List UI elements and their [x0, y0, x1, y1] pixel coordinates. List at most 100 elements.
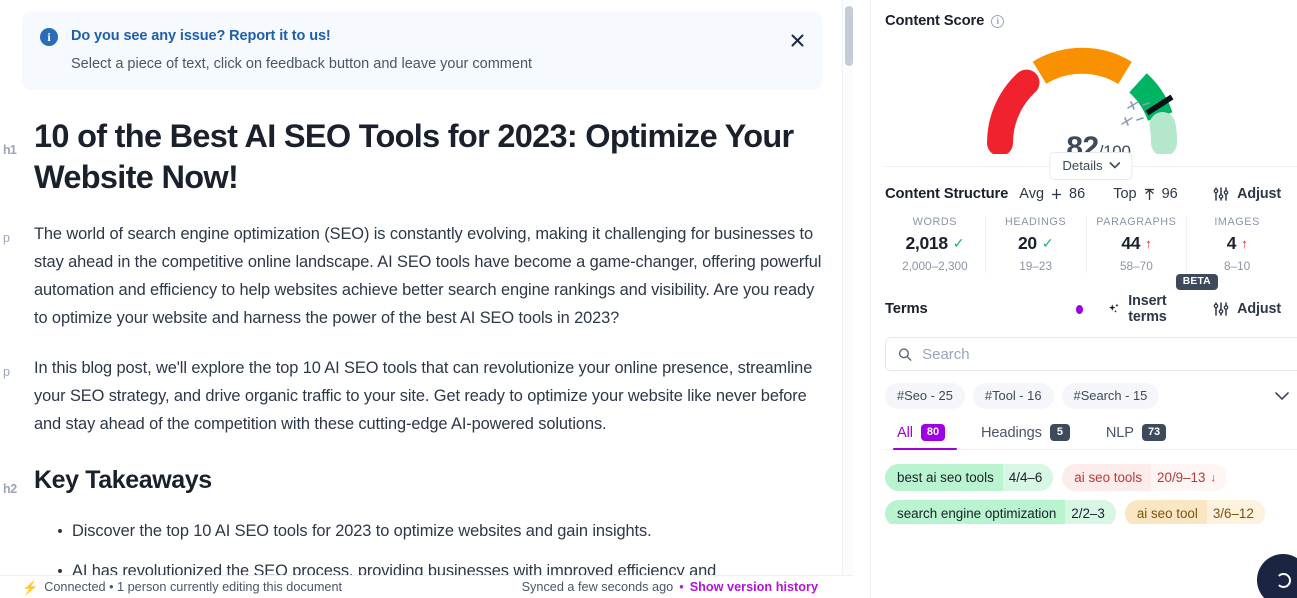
term-name: ai seo tool [1136, 506, 1198, 521]
term-name: ai seo tools [1074, 470, 1143, 485]
arrow-up-icon: ↑ [1145, 236, 1152, 251]
expand-chips-chevron-down-icon[interactable] [1275, 391, 1289, 401]
terms-adjust-button[interactable]: Adjust [1213, 301, 1281, 317]
metric-range: 58–70 [1119, 259, 1153, 273]
editor-scrollbar[interactable] [842, 0, 854, 575]
block-tag-p2: p [3, 365, 10, 379]
separator-dot: • [679, 580, 684, 594]
feedback-banner: i Do you see any issue? Report it to us!… [22, 12, 822, 90]
show-version-history-link[interactable]: Show version history [690, 580, 818, 594]
document-editor-pane: i Do you see any issue? Report it to us!… [0, 0, 870, 598]
tab-headings[interactable]: Headings 5 [963, 424, 1088, 449]
check-icon: ✓ [1041, 235, 1054, 251]
adjust-label: Adjust [1237, 301, 1281, 317]
avg-score-group: Avg 86 [1019, 186, 1085, 202]
list-item[interactable]: Discover the top 10 AI SEO tools for 202… [58, 517, 822, 545]
tab-nlp[interactable]: NLP 73 [1088, 424, 1184, 449]
editor-scroll-area[interactable]: i Do you see any issue? Report it to us!… [0, 0, 854, 580]
metric-value-row: 44 ↑ [1089, 233, 1185, 254]
top-label: Top [1113, 186, 1137, 202]
connection-status: ⚡ Connected • 1 person currently editing… [22, 580, 342, 594]
document-body[interactable]: h1 10 of the Best AI SEO Tools for 2023:… [0, 116, 854, 585]
banner-title: Do you see any issue? Report it to us! [71, 28, 331, 44]
metric-range: 2,000–2,300 [902, 259, 968, 273]
metric-range: 8–10 [1224, 259, 1251, 273]
details-button[interactable]: Details [1049, 152, 1133, 180]
close-icon-glyph [791, 34, 803, 46]
beta-badge: BETA [1175, 274, 1218, 290]
content-score-gauge: 82/100 Avg 86 Top [885, 31, 1297, 202]
terms-title: Terms [885, 301, 928, 317]
details-divider: Details [885, 152, 1297, 180]
close-icon[interactable] [786, 29, 808, 51]
search-input[interactable] [922, 345, 1297, 363]
terms-section: Terms Insert terms BETA Adjust Search #S… [885, 273, 1297, 524]
term-chip[interactable]: ai seo tool 3/6–12 [1124, 500, 1265, 524]
info-circle-icon[interactable]: i [991, 14, 1005, 28]
metric-label: PARAGRAPHS [1096, 216, 1177, 228]
paragraph-2-text: In this blog post, we'll explore the top… [34, 359, 813, 433]
term-count-value: 2/2–3 [1071, 506, 1105, 521]
paragraph-1-text: The world of search engine optimization … [34, 225, 822, 327]
filter-chip-tool[interactable]: #Tool - 16 [972, 383, 1054, 409]
content-score-header: Content Score i [885, 0, 1297, 29]
term-chip[interactable]: search engine optimization 2/2–3 [885, 500, 1116, 524]
lightning-bolt-icon: ⚡ [22, 579, 39, 595]
divide-icon [1052, 188, 1062, 199]
metric-headings[interactable]: HEADINGS 20 ✓ 19–23 [986, 216, 1087, 273]
insert-terms-button[interactable]: Insert terms BETA [1108, 274, 1218, 325]
editor-scrollbar-thumb[interactable] [845, 6, 853, 66]
term-count-value: 3/6–12 [1212, 506, 1254, 521]
document-heading-2[interactable]: h2 Key Takeaways [3, 464, 822, 497]
arrow-down-icon: ↓ [1210, 471, 1216, 484]
metric-value: 20 [1017, 233, 1037, 253]
filter-chip-seo[interactable]: #Seo - 25 [885, 383, 965, 409]
term-count: 2/2–3 [1065, 500, 1116, 524]
tab-all[interactable]: All 80 [885, 424, 963, 450]
tab-badge: 5 [1049, 424, 1070, 441]
metric-images[interactable]: IMAGES 4 ↑ 8–10 [1187, 216, 1287, 273]
document-paragraph-2[interactable]: p In this blog post, we'll explore the t… [3, 354, 822, 438]
arrow-up-icon: ↑ [1241, 236, 1248, 251]
chevron-down-icon-glyph [1275, 391, 1289, 400]
heading-2-text: Key Takeaways [34, 466, 212, 494]
assistant-floating-button[interactable] [1257, 554, 1297, 598]
terms-status-dot [1075, 304, 1083, 314]
info-icon: i [40, 28, 58, 46]
terms-tabs: All 80 Headings 5 NLP 73 [885, 424, 1297, 450]
check-icon: ✓ [952, 235, 965, 251]
metric-label: IMAGES [1214, 216, 1260, 228]
term-chip[interactable]: ai seo tools 20/9–13 ↓ [1062, 464, 1227, 491]
tab-badge: 80 [920, 424, 945, 441]
terms-chip-list: best ai seo tools 4/4–6 ai seo tools 20/… [885, 464, 1297, 524]
top-value: 96 [1161, 186, 1178, 202]
metric-words[interactable]: WORDS 2,018 ✓ 2,000–2,300 [885, 216, 986, 273]
filter-chip-search[interactable]: #Search - 15 [1061, 383, 1160, 409]
content-structure-section: Content Structure Adjust WORDS 2,018 ✓ 2… [885, 167, 1297, 273]
term-count-value: 4/4–6 [1008, 470, 1043, 485]
terms-filter-chips: #Seo - 25 #Tool - 16 #Search - 15 [885, 383, 1297, 409]
sidebar-inner: Content Score i 82 Avg 86 Top 96 Details… [871, 0, 1297, 524]
metric-paragraphs[interactable]: PARAGRAPHS 44 ↑ 58–70 [1087, 216, 1188, 273]
banner-text: Do you see any issue? Report it to us! S… [71, 26, 532, 74]
terms-search-box[interactable] [885, 337, 1297, 371]
banner-subtitle: Select a piece of text, click on feedbac… [71, 56, 533, 72]
metric-label: WORDS [912, 216, 958, 228]
analysis-sidebar: Content Score i 82 Avg 86 Top 96 Details… [870, 0, 1297, 598]
editor-status-bar: ⚡ Connected • 1 person currently editing… [0, 575, 854, 598]
term-count: 3/6–12 [1206, 500, 1265, 524]
top-score-group: Top 96 [1113, 186, 1178, 202]
content-score-title: Content Score [885, 13, 985, 29]
document-paragraph-1[interactable]: p The world of search engine optimizatio… [3, 220, 822, 332]
arrow-up-icon [1144, 188, 1154, 200]
document-heading-1[interactable]: h1 10 of the Best AI SEO Tools for 2023:… [3, 116, 822, 198]
term-name: search engine optimization [897, 506, 1057, 521]
structure-metrics: WORDS 2,018 ✓ 2,000–2,300 HEADINGS 20 ✓ [885, 216, 1297, 273]
metric-value-row: 4 ↑ [1189, 233, 1285, 254]
block-tag-h2: h2 [3, 482, 17, 496]
block-tag-p1: p [3, 231, 10, 245]
sync-status-text: Synced a few seconds ago [521, 580, 674, 594]
details-button-label: Details [1062, 158, 1103, 173]
term-chip[interactable]: best ai seo tools 4/4–6 [885, 464, 1054, 491]
block-tag-h1: h1 [3, 143, 17, 157]
